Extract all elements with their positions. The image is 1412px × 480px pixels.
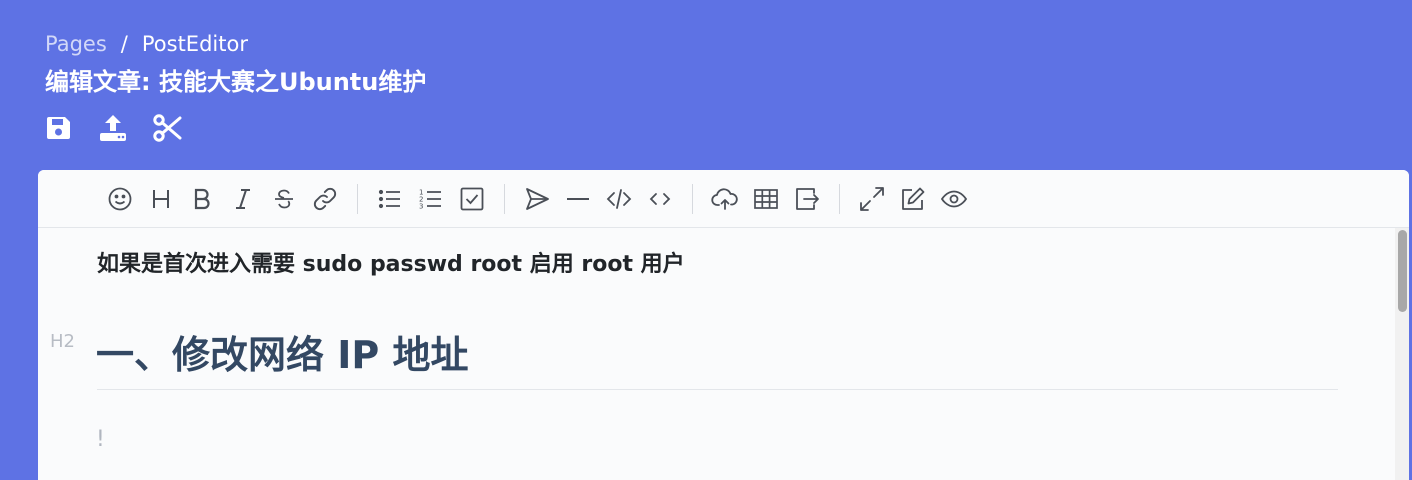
- breadcrumb-current: PostEditor: [141, 32, 248, 56]
- fullscreen-button[interactable]: [854, 181, 890, 217]
- heading-icon: [153, 189, 169, 208]
- fullscreen-icon: [860, 186, 884, 211]
- edit-mode-button[interactable]: [895, 181, 931, 217]
- section-heading: 一、修改网络 IP 地址: [96, 333, 469, 377]
- unordered-list-icon: [378, 189, 400, 208]
- scrollbar-thumb[interactable]: [1398, 230, 1407, 312]
- task-list-button[interactable]: [454, 181, 490, 217]
- emoji-button[interactable]: [102, 181, 138, 217]
- scissors-icon: [153, 114, 182, 142]
- markdown-editor: 1 2 3 如果是首次进入需要 sudo passwd root 启用 root…: [38, 170, 1409, 480]
- editor-content[interactable]: 如果是首次进入需要 sudo passwd root 启用 root 用户 H2…: [38, 228, 1409, 480]
- upload-cloud-icon: [711, 187, 738, 210]
- table-button[interactable]: [748, 181, 784, 217]
- toolbar-group-format: [102, 181, 343, 217]
- cut-button[interactable]: [152, 113, 182, 143]
- toolbar-divider: [357, 183, 358, 214]
- next-line-text: !: [96, 427, 105, 452]
- send-button[interactable]: [519, 181, 555, 217]
- breadcrumb-link-pages[interactable]: Pages: [45, 30, 107, 58]
- preview-icon: [940, 190, 968, 207]
- link-icon: [313, 187, 337, 210]
- emoji-icon: [108, 187, 132, 210]
- bold-paragraph: 如果是首次进入需要 sudo passwd root 启用 root 用户: [97, 252, 685, 277]
- export-icon: [796, 187, 819, 210]
- send-icon: [526, 187, 549, 210]
- save-icon: [47, 117, 70, 139]
- strikethrough-button[interactable]: [266, 181, 302, 217]
- svg-text:3: 3: [419, 202, 423, 210]
- inline-code-button[interactable]: [601, 181, 637, 217]
- vertical-scrollbar[interactable]: [1395, 228, 1409, 480]
- code-block-icon: [649, 192, 671, 205]
- unordered-list-button[interactable]: [372, 181, 408, 217]
- heading-underline: [97, 389, 1338, 390]
- toolbar-divider: [839, 183, 840, 214]
- table-icon: [754, 188, 778, 209]
- ordered-list-button[interactable]: 1 2 3: [413, 181, 449, 217]
- bold-button[interactable]: [184, 181, 220, 217]
- page-title: 编辑文章: 技能大赛之Ubuntu维护: [45, 68, 427, 96]
- upload-icon: [100, 115, 126, 141]
- export-button[interactable]: [789, 181, 825, 217]
- breadcrumb: Pages / PostEditor: [45, 30, 248, 58]
- post-actions: [44, 113, 182, 143]
- toolbar-group-media: [707, 181, 825, 217]
- link-button[interactable]: [307, 181, 343, 217]
- toolbar-group-lists: 1 2 3: [372, 181, 490, 217]
- checkbox-icon: [460, 187, 484, 210]
- heading-level-marker: H2: [50, 331, 75, 352]
- strikethrough-icon: [275, 189, 293, 208]
- heading-button[interactable]: [143, 181, 179, 217]
- save-button[interactable]: [44, 113, 74, 143]
- ordered-list-icon: 1 2 3: [419, 188, 441, 210]
- upload-image-button[interactable]: [707, 181, 743, 217]
- toolbar-divider: [692, 183, 693, 214]
- code-icon: [606, 188, 632, 209]
- publish-button[interactable]: [98, 113, 128, 143]
- edit-icon: [902, 187, 925, 210]
- editor-toolbar: 1 2 3: [38, 170, 1409, 228]
- italic-button[interactable]: [225, 181, 261, 217]
- horizontal-rule-icon: [567, 197, 589, 200]
- breadcrumb-separator: /: [120, 32, 128, 56]
- preview-button[interactable]: [936, 181, 972, 217]
- bold-icon: [194, 188, 210, 209]
- horizontal-rule-button[interactable]: [560, 181, 596, 217]
- code-block-button[interactable]: [642, 181, 678, 217]
- toolbar-divider: [504, 183, 505, 214]
- toolbar-group-view: [854, 181, 972, 217]
- italic-icon: [236, 188, 250, 209]
- toolbar-group-insert: [519, 181, 678, 217]
